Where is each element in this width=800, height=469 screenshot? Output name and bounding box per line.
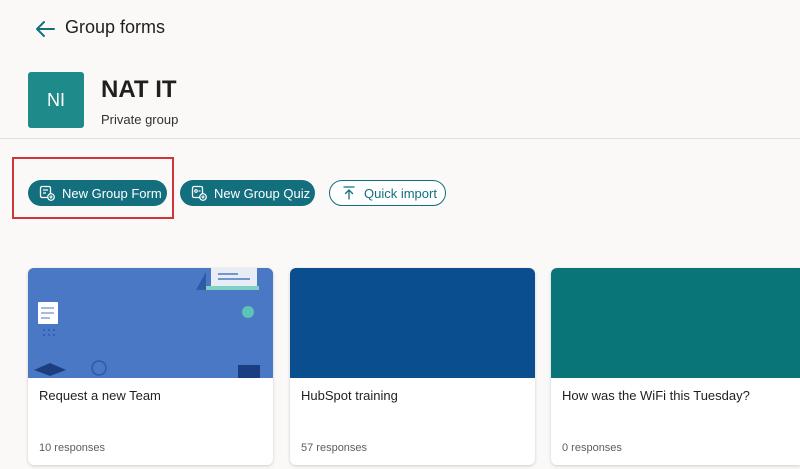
card-response-count: 10 responses	[39, 442, 106, 454]
card-title: How was the WiFi this Tuesday?	[562, 388, 750, 403]
card-banner-illustration	[28, 268, 273, 378]
form-card[interactable]: Request a new Team 10 responses	[28, 268, 273, 465]
group-avatar: NI	[28, 72, 84, 128]
card-title: Request a new Team	[39, 388, 161, 403]
quiz-add-icon	[190, 184, 208, 202]
form-card-list: Request a new Team 10 responses HubSpot …	[0, 268, 800, 469]
action-bar: New Group Form New Group Quiz Quick impo…	[0, 157, 800, 220]
upload-icon	[340, 184, 358, 202]
group-name: NAT IT	[101, 76, 177, 103]
form-card[interactable]: How was the WiFi this Tuesday? 0 respons…	[551, 268, 800, 465]
new-group-quiz-button[interactable]: New Group Quiz	[180, 180, 315, 206]
card-response-count: 0 responses	[562, 442, 622, 454]
new-group-form-button[interactable]: New Group Form	[28, 180, 167, 206]
form-add-icon	[38, 184, 56, 202]
card-banner	[551, 268, 800, 378]
quick-import-button[interactable]: Quick import	[329, 180, 446, 206]
card-response-count: 57 responses	[301, 442, 368, 454]
card-title: HubSpot training	[301, 388, 398, 403]
group-header: NI NAT IT Private group	[0, 60, 800, 139]
new-group-quiz-label: New Group Quiz	[214, 185, 311, 201]
page-title: Group forms	[65, 17, 166, 37]
quick-import-label: Quick import	[364, 185, 437, 201]
form-card[interactable]: HubSpot training 57 responses	[290, 268, 535, 465]
card-banner	[290, 268, 535, 378]
back-arrow-icon[interactable]	[34, 18, 56, 40]
group-type: Private group	[101, 112, 179, 127]
page-header: Group forms	[0, 0, 800, 60]
new-group-form-label: New Group Form	[62, 185, 162, 201]
